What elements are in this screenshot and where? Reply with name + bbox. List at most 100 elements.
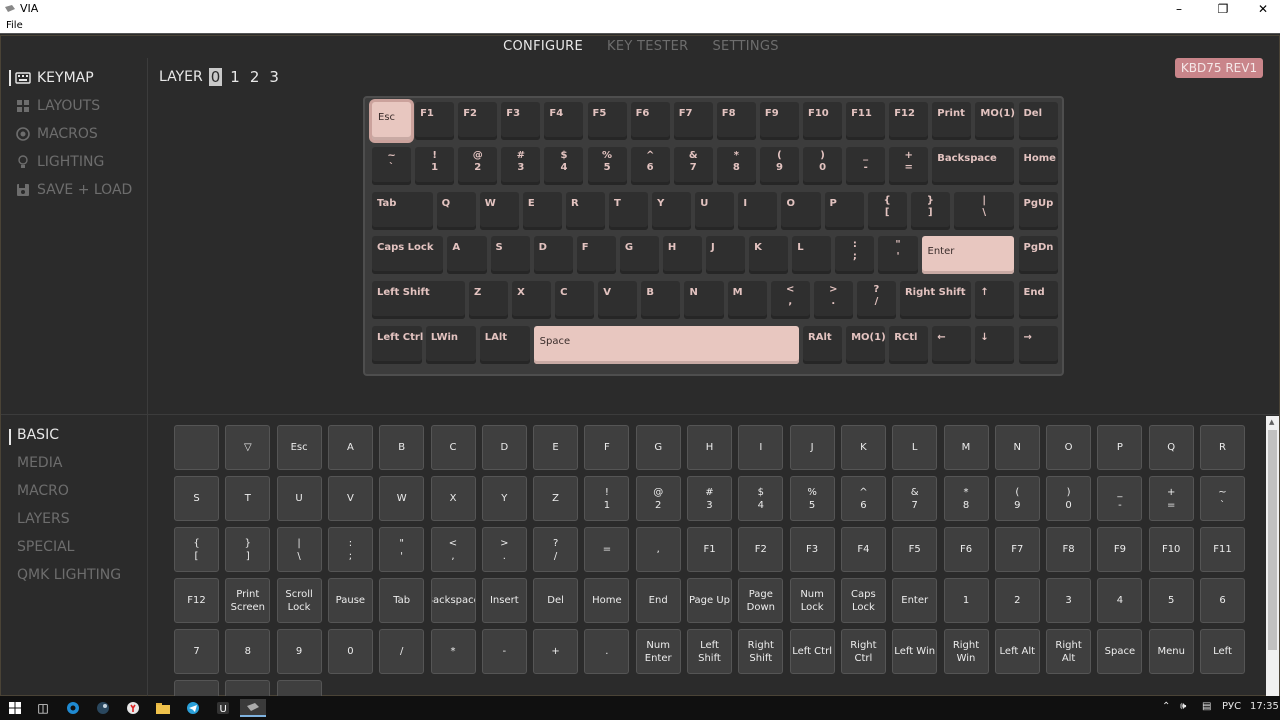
keycode-100[interactable]: Left Alt <box>994 629 1040 674</box>
key-29[interactable]: Backspace <box>932 146 1015 185</box>
key-79[interactable]: MO(1) <box>846 326 886 364</box>
key-33[interactable]: W <box>479 191 519 230</box>
key-64[interactable]: V <box>598 281 638 320</box>
keycode-52[interactable]: F1 <box>687 527 732 572</box>
key-28[interactable]: + = <box>889 146 929 185</box>
keycode-63[interactable]: F12 <box>174 578 219 623</box>
keycode-5[interactable]: C <box>430 425 476 470</box>
key-83[interactable]: → <box>1018 326 1058 364</box>
key-11[interactable]: F11 <box>846 102 886 140</box>
keycode-3[interactable]: A <box>327 425 373 470</box>
layer-3-button[interactable]: 3 <box>267 68 281 86</box>
keycode-54[interactable]: F3 <box>789 527 835 572</box>
keycode-37[interactable]: ( 9 <box>994 476 1040 521</box>
keycode-39[interactable]: _ - <box>1097 476 1143 521</box>
keycode-36[interactable]: * 8 <box>943 476 989 521</box>
category-media[interactable]: MEDIA <box>17 455 62 471</box>
keycode-16[interactable]: N <box>994 425 1040 470</box>
key-82[interactable]: ↓ <box>975 326 1015 364</box>
keycode-17[interactable]: O <box>1046 425 1092 470</box>
key-81[interactable]: ← <box>932 326 972 364</box>
key-8[interactable]: F8 <box>716 102 756 140</box>
keycode-8[interactable]: F <box>584 425 630 470</box>
steam-icon[interactable] <box>94 699 112 717</box>
key-48[interactable]: S <box>490 236 530 275</box>
keycode-31[interactable]: # 3 <box>687 476 732 521</box>
keycode-40[interactable]: + = <box>1148 476 1194 521</box>
keycode-45[interactable]: : ; <box>327 527 373 572</box>
keycode-30[interactable]: @ 2 <box>635 476 681 521</box>
keycode-18[interactable]: P <box>1097 425 1143 470</box>
key-20[interactable]: $ 4 <box>544 146 584 185</box>
keycode-55[interactable]: F4 <box>840 527 886 572</box>
key-53[interactable]: J <box>706 236 746 275</box>
keycode-34[interactable]: ^ 6 <box>840 476 886 521</box>
keycode-78[interactable]: 1 <box>943 578 989 623</box>
key-63[interactable]: C <box>555 281 595 320</box>
language-indicator[interactable]: РУС <box>1222 701 1241 712</box>
menu-file[interactable]: File <box>6 20 23 31</box>
layer-0-button[interactable]: 0 <box>208 68 223 86</box>
keycode-90[interactable]: - <box>481 629 527 674</box>
key-47[interactable]: A <box>447 236 487 275</box>
keycode-97[interactable]: Right Ctrl <box>840 629 886 674</box>
keycode-29[interactable]: ! 1 <box>584 476 630 521</box>
key-0[interactable]: Esc <box>372 102 412 140</box>
category-special[interactable]: SPECIAL <box>17 539 74 555</box>
keycode-96[interactable]: Left Ctrl <box>789 629 835 674</box>
keycode-66[interactable]: Pause <box>327 578 373 623</box>
keycode-11[interactable]: I <box>738 425 784 470</box>
key-68[interactable]: < , <box>770 281 810 320</box>
keycode-14[interactable]: L <box>892 425 938 470</box>
keycode-56[interactable]: F5 <box>892 527 938 572</box>
app-icon[interactable]: U <box>214 699 232 717</box>
keycode-91[interactable]: + <box>533 629 579 674</box>
key-36[interactable]: T <box>609 191 649 230</box>
key-23[interactable]: & 7 <box>673 146 713 185</box>
keycode-65[interactable]: Scroll Lock <box>276 578 322 623</box>
category-qmk-lighting[interactable]: QMK LIGHTING <box>17 567 121 583</box>
key-61[interactable]: Z <box>468 281 509 320</box>
key-12[interactable]: F12 <box>889 102 929 140</box>
keycode-6[interactable]: D <box>481 425 527 470</box>
keycode-7[interactable]: E <box>533 425 579 470</box>
key-5[interactable]: F5 <box>587 102 627 140</box>
clock[interactable]: 17:35 <box>1250 701 1279 712</box>
key-27[interactable]: _ - <box>846 146 886 185</box>
key-73[interactable]: End <box>1018 281 1058 320</box>
yandex-browser-icon[interactable] <box>124 699 142 717</box>
key-39[interactable]: I <box>738 191 778 230</box>
network-icon[interactable]: ▤ <box>1202 701 1211 712</box>
key-19[interactable]: # 3 <box>501 146 541 185</box>
file-explorer-icon[interactable] <box>154 699 172 717</box>
key-1[interactable]: F1 <box>415 102 455 140</box>
key-18[interactable]: @ 2 <box>458 146 498 185</box>
key-10[interactable]: F10 <box>803 102 843 140</box>
keycode-85[interactable]: 8 <box>225 629 271 674</box>
keycode-64[interactable]: Print Screen <box>225 578 271 623</box>
keycode-107[interactable] <box>276 680 322 697</box>
key-58[interactable]: Enter <box>921 236 1015 275</box>
key-56[interactable]: : ; <box>835 236 875 275</box>
keycode-10[interactable]: H <box>687 425 732 470</box>
keycode-83[interactable]: 6 <box>1200 578 1245 623</box>
keycode-42[interactable]: { [ <box>174 527 219 572</box>
telegram-icon[interactable] <box>184 699 202 717</box>
key-38[interactable]: U <box>695 191 735 230</box>
key-17[interactable]: ! 1 <box>415 146 455 185</box>
key-75[interactable]: LWin <box>425 326 476 364</box>
key-69[interactable]: > . <box>813 281 853 320</box>
keycode-62[interactable]: F11 <box>1200 527 1245 572</box>
category-macro[interactable]: MACRO <box>17 483 69 499</box>
keycode-24[interactable]: V <box>327 476 373 521</box>
key-21[interactable]: % 5 <box>587 146 627 185</box>
keycode-82[interactable]: 5 <box>1148 578 1194 623</box>
keycode-19[interactable]: Q <box>1148 425 1194 470</box>
key-76[interactable]: LAlt <box>479 326 530 364</box>
key-67[interactable]: M <box>727 281 767 320</box>
key-59[interactable]: PgDn <box>1018 236 1058 275</box>
key-6[interactable]: F6 <box>630 102 670 140</box>
keycode-25[interactable]: W <box>379 476 425 521</box>
keycode-20[interactable]: R <box>1200 425 1245 470</box>
key-43[interactable]: } ] <box>910 191 950 230</box>
